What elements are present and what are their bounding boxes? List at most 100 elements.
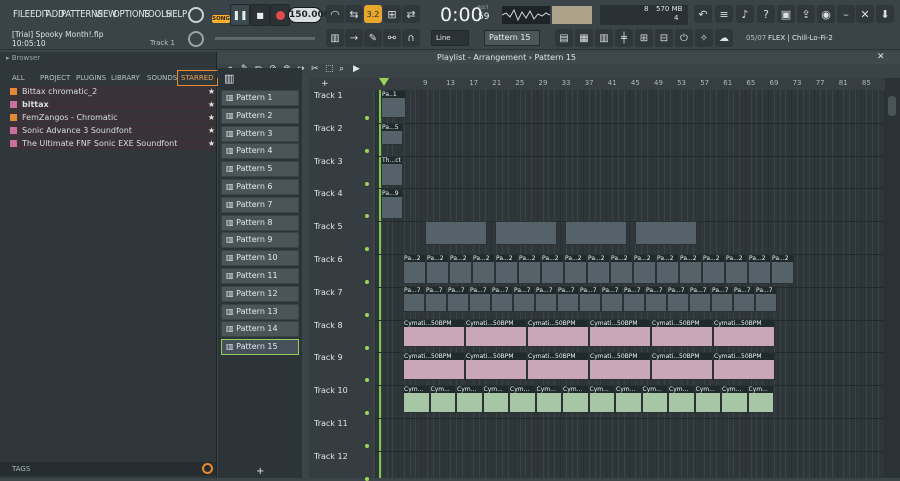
mixer-sliders-icon[interactable]: ╪	[615, 29, 633, 47]
playlist-clip[interactable]: Cymati...50BPM	[713, 319, 775, 347]
draw-tool-icon[interactable]: ✎	[364, 29, 382, 47]
news-text[interactable]: FLEX | Chill-Lo-Fi-2	[768, 34, 833, 42]
minimize-icon[interactable]: –	[837, 5, 855, 23]
song-position-slider[interactable]	[215, 37, 315, 40]
playlist-clip[interactable]: Cym...	[535, 385, 562, 413]
loop-record-icon[interactable]: ⇄	[402, 5, 420, 23]
add-pattern-button[interactable]: +	[256, 466, 264, 477]
magnet-icon[interactable]: ∩	[402, 29, 420, 47]
pattern-item[interactable]: ▥ Pattern 9	[221, 232, 299, 249]
playlist-clip[interactable]: Pa...7	[733, 286, 755, 312]
pattern-item[interactable]: ▥ Pattern 8	[221, 214, 299, 231]
playlist-clip[interactable]: Cymati...50BPM	[651, 352, 713, 380]
tab-sounds[interactable]: SOUNDS	[147, 70, 177, 86]
track-label[interactable]: Track 11	[314, 419, 348, 428]
tab-plugins[interactable]: PLUGINS	[76, 70, 106, 86]
snap-selector[interactable]: Line	[431, 30, 469, 46]
playlist-clip[interactable]: Cymati...50BPM	[589, 352, 651, 380]
playlist-clip[interactable]: Cymati...50BPM	[403, 352, 465, 380]
track-label[interactable]: Track 3	[314, 157, 343, 166]
track-label[interactable]: Track 1	[314, 91, 343, 100]
wrench-icon[interactable]: ✧	[695, 29, 713, 47]
timeline-ruler[interactable]: 9 13 17 21 25 29 33 37 41 45 49 53 57 61 65 69 73 77 81 85	[375, 78, 885, 90]
track-mute-led[interactable]	[365, 280, 369, 284]
playlist-clip[interactable]: Pa...7	[491, 286, 513, 312]
star-icon[interactable]: ★	[208, 138, 215, 150]
browser-icon[interactable]: ⊟	[655, 29, 673, 47]
track-label[interactable]: Track 7	[314, 288, 343, 297]
playlist-clip[interactable]: Pa...2	[472, 254, 495, 284]
playlist-clip[interactable]: Cymati...50BPM	[527, 352, 589, 380]
browser-item[interactable]: Bittax chromatic_2 ★	[10, 86, 215, 98]
playlist-clip[interactable]: Cym...	[429, 385, 456, 413]
tab-library[interactable]: LIBRARY	[111, 70, 140, 86]
playlist-clip[interactable]: Pa...2	[633, 254, 656, 284]
chat-icon[interactable]: ◉	[817, 5, 835, 23]
track-mute-led[interactable]	[365, 444, 369, 448]
playlist-clip[interactable]: Pa...7	[425, 286, 447, 312]
playlist-clip[interactable]: Pa...7	[711, 286, 733, 312]
stop-button[interactable]: ■	[250, 4, 270, 26]
star-icon[interactable]: ★	[208, 112, 215, 124]
playlist-clip[interactable]: Pa...7	[667, 286, 689, 312]
track-label[interactable]: Track 2	[314, 124, 343, 133]
track-label[interactable]: Track 8	[314, 321, 343, 330]
track-label[interactable]: Track 6	[314, 255, 343, 264]
pattern-selector[interactable]: Pattern 15	[484, 30, 540, 46]
playlist-clip[interactable]: Cymati...50BPM	[527, 319, 589, 347]
track-mute-led[interactable]	[365, 116, 369, 120]
browser-item[interactable]: The Ultimate FNF Sonic EXE Soundfont ★	[10, 138, 215, 150]
tempo-display[interactable]: 150.000	[288, 7, 330, 23]
track-mute-led[interactable]	[365, 411, 369, 416]
playlist-clip[interactable]: Cym...	[588, 385, 615, 413]
link-icon[interactable]: ⚯	[383, 29, 401, 47]
playlist-clip[interactable]: Cym...	[694, 385, 721, 413]
playlist-clip[interactable]: Cym...	[615, 385, 642, 413]
playlist-clip[interactable]: Cym...	[482, 385, 509, 413]
pattern-item[interactable]: ▥ Pattern 1	[221, 90, 299, 106]
track-label[interactable]: Track 5	[314, 222, 343, 231]
playlist-clip[interactable]: Pa...9	[381, 189, 403, 219]
playlist-clip[interactable]: Pa...7	[469, 286, 491, 312]
help-icon[interactable]: ?	[757, 5, 775, 23]
plugin-icon[interactable]: ⏻	[675, 29, 693, 47]
microphone-icon[interactable]: ♪	[736, 5, 754, 23]
track-mute-led[interactable]	[365, 214, 369, 219]
track-mute-led[interactable]	[365, 312, 369, 317]
playlist-clip[interactable]: Cym...	[641, 385, 668, 413]
playlist-clip[interactable]: Cym...	[721, 385, 748, 413]
pattern-item[interactable]: ▥ Pattern 3	[221, 125, 299, 142]
pattern-item[interactable]: ▥ Pattern 14	[221, 321, 299, 338]
arrow-right-icon[interactable]: →	[345, 29, 363, 47]
playhead-marker[interactable]	[379, 78, 389, 86]
playlist-icon[interactable]: ▤	[555, 29, 573, 47]
playlist-clip[interactable]: Cymati...50BPM	[465, 319, 527, 347]
pattern-item[interactable]: ▥ Pattern 11	[221, 268, 299, 284]
piano-keys-icon[interactable]: ▥	[224, 72, 234, 85]
track-mute-led[interactable]	[365, 181, 369, 186]
playlist-clip[interactable]: Pa...2	[449, 254, 472, 284]
track-mute-led[interactable]	[365, 148, 369, 153]
search-icon[interactable]	[202, 463, 213, 474]
playlist-clip[interactable]: Pa...7	[513, 286, 535, 312]
piano-icon[interactable]: ▥	[595, 29, 613, 47]
playlist-clip[interactable]: Pa...2	[656, 254, 679, 284]
menu-help[interactable]: HELP	[166, 9, 187, 20]
star-icon[interactable]: ★	[208, 125, 215, 137]
playlist-clip[interactable]: Pa...7	[447, 286, 469, 312]
playlist-clip[interactable]	[635, 221, 697, 245]
add-track-icon[interactable]: +	[321, 79, 329, 89]
playlist-clip[interactable]: Cym...	[668, 385, 695, 413]
playlist-clip[interactable]: Cymati...50BPM	[651, 319, 713, 347]
pattern-item[interactable]: ▥ Pattern 4	[221, 143, 299, 160]
playlist-clip[interactable]: Cymati...50BPM	[589, 319, 651, 347]
track-mute-led[interactable]	[365, 247, 369, 252]
playlist-clip[interactable]	[495, 221, 557, 245]
playlist-clip[interactable]: Pa...7	[755, 286, 777, 312]
pattern-item[interactable]: ▥ Pattern 10	[221, 250, 299, 267]
record-button[interactable]	[270, 4, 290, 26]
playlist-clip[interactable]: Pa...2	[748, 254, 771, 284]
download-icon[interactable]: ⬇	[876, 5, 894, 23]
playlist-clip[interactable]: Cym...	[562, 385, 589, 413]
playlist-clip[interactable]: Pa...2	[679, 254, 702, 284]
